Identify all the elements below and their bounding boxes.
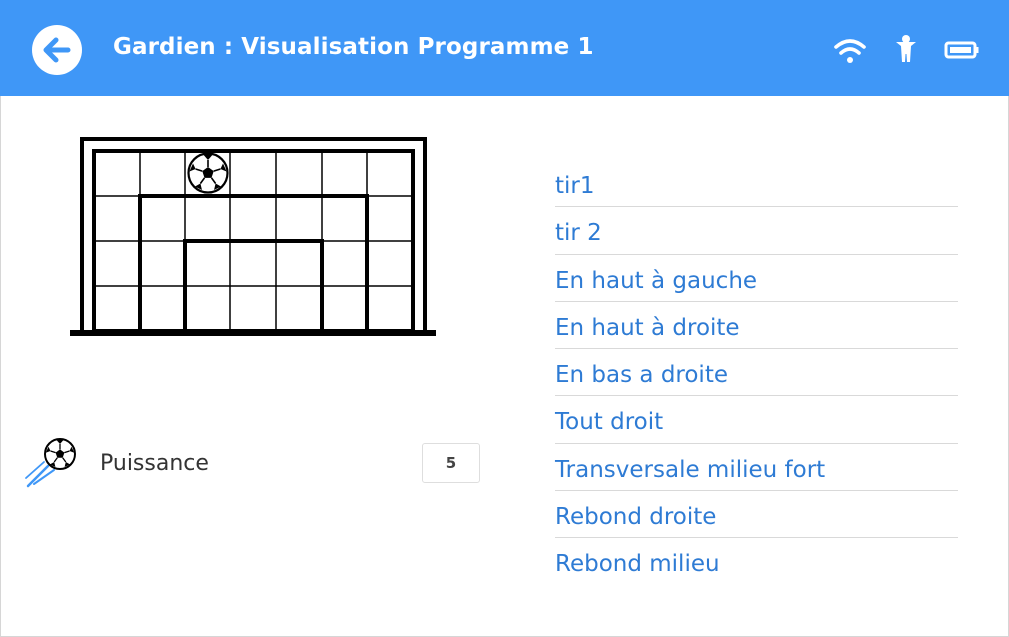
back-button[interactable]: [32, 25, 82, 75]
wifi-icon: [834, 39, 866, 63]
shot-item-rebond-droite[interactable]: Rebond droite: [555, 491, 958, 538]
power-label: Puissance: [100, 451, 209, 476]
shot-item-en-haut-a-droite[interactable]: En haut à droite: [555, 302, 958, 349]
shot-item-en-haut-a-gauche[interactable]: En haut à gauche: [555, 255, 958, 302]
shot-item-tir-2[interactable]: tir 2: [555, 207, 958, 255]
shot-item-tir1[interactable]: tir1: [555, 160, 958, 208]
soccer-ball-icon: [187, 152, 229, 194]
power-value-field[interactable]: 5: [422, 443, 480, 483]
shot-item-tout-droit[interactable]: Tout droit: [555, 396, 958, 444]
header-bar: Gardien : Visualisation Programme 1: [0, 0, 1009, 96]
shot-item-en-bas-a-droite[interactable]: En bas a droite: [555, 349, 958, 397]
shot-list: tir1 tir 2 En haut à gauche En haut à dr…: [555, 160, 958, 585]
shot-item-rebond-milieu[interactable]: Rebond milieu: [555, 538, 958, 585]
kicked-ball-icon: [25, 438, 76, 488]
person-icon: [896, 35, 916, 62]
battery-icon: [944, 41, 979, 59]
goal-diagram: [70, 137, 436, 336]
page-title: Gardien : Visualisation Programme 1: [113, 34, 594, 60]
arrow-left-icon: [43, 37, 71, 63]
shot-item-transversale-milieu-fort[interactable]: Transversale milieu fort: [555, 444, 958, 491]
